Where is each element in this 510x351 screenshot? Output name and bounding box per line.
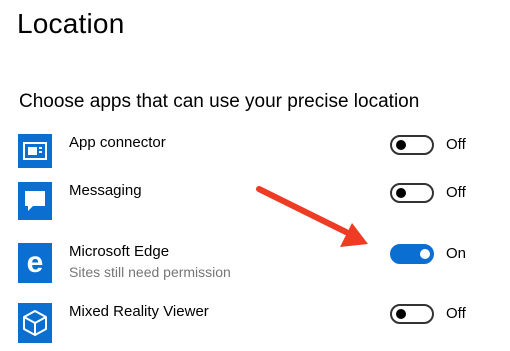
app-connector-icon <box>18 134 52 168</box>
toggle-knob <box>396 188 406 198</box>
microsoft-edge-toggle[interactable] <box>390 244 434 264</box>
app-row-messaging: Messaging Off <box>0 182 510 226</box>
app-name: Mixed Reality Viewer <box>69 303 209 320</box>
app-name: App connector <box>69 134 166 151</box>
mixed-reality-viewer-icon <box>18 303 52 343</box>
messaging-toggle[interactable] <box>390 183 434 203</box>
toggle-state-label: Off <box>446 305 466 322</box>
toggle-knob <box>396 140 406 150</box>
edge-icon: e <box>18 243 52 283</box>
app-connector-toggle[interactable] <box>390 135 434 155</box>
app-subtitle: Sites still need permission <box>69 264 231 280</box>
app-name: Messaging <box>69 182 142 199</box>
app-row-microsoft-edge: e Microsoft Edge Sites still need permis… <box>0 243 510 287</box>
mixed-reality-viewer-toggle[interactable] <box>390 304 434 324</box>
toggle-state-label: Off <box>446 184 466 201</box>
page-title: Location <box>17 8 125 39</box>
section-heading: Choose apps that can use your precise lo… <box>19 91 420 112</box>
toggle-knob <box>396 309 406 319</box>
app-row-mixed-reality-viewer: Mixed Reality Viewer Off <box>0 303 510 347</box>
toggle-knob <box>420 249 430 259</box>
app-row-app-connector: App connector Off <box>0 134 510 178</box>
toggle-state-label: On <box>446 245 467 262</box>
messaging-icon <box>18 182 52 220</box>
app-name: Microsoft Edge <box>69 243 170 260</box>
toggle-state-label: Off <box>446 136 466 153</box>
